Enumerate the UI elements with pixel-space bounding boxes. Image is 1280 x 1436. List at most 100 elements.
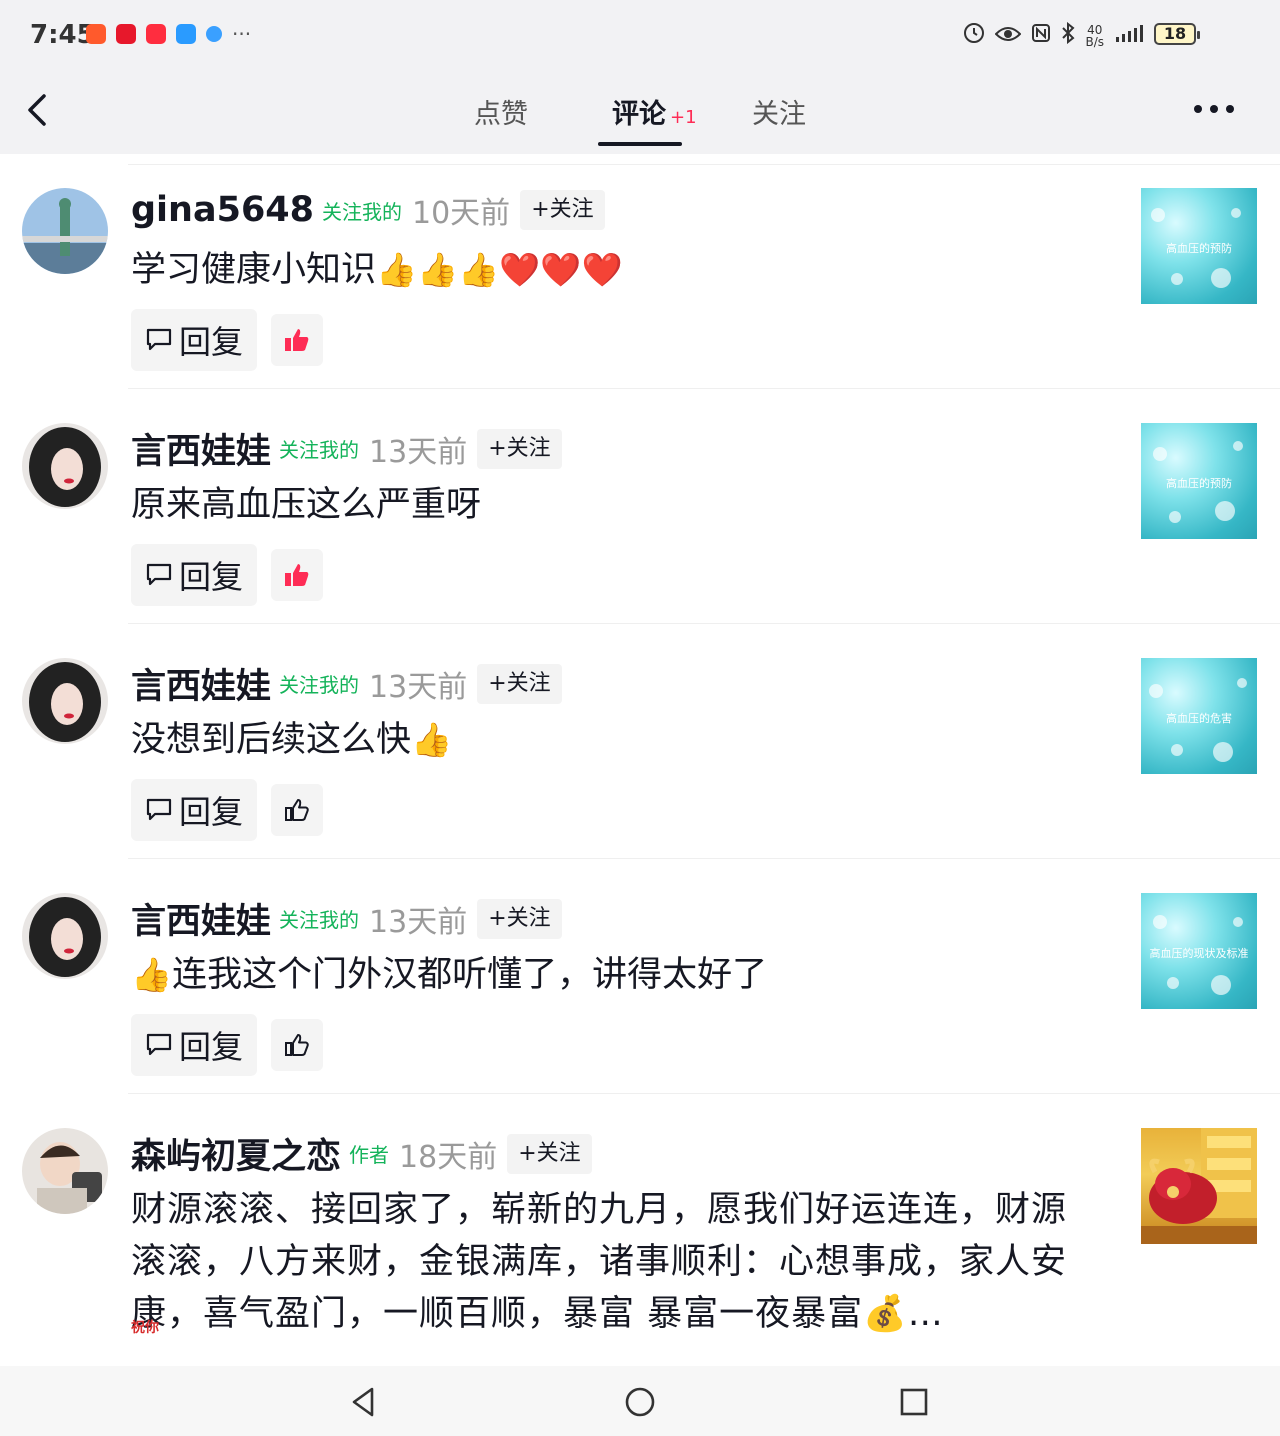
username[interactable]: 言西娃娃	[131, 423, 271, 474]
tab-comments-badge: +1	[670, 107, 697, 128]
nav-back-button[interactable]	[346, 1384, 382, 1420]
net-speed: 40 B/s	[1085, 22, 1104, 49]
comment-text: 👍连我这个门外汉都听懂了，讲得太好了	[131, 949, 767, 1001]
nav-recents-button[interactable]	[896, 1384, 932, 1420]
comment-time: 13天前	[369, 904, 468, 940]
comment-item[interactable]: 言西娃娃 关注我的 13天前 +关注 没想到后续这么快👍 回复 高血压的危害	[0, 624, 1280, 859]
comment-item[interactable]: 言西娃娃 关注我的 13天前 +关注 原来高血压这么严重呀 回复 高血压的预防	[0, 389, 1280, 624]
reply-label: 回复	[179, 558, 244, 596]
follow-button[interactable]: +关注	[477, 898, 562, 939]
avatar[interactable]	[22, 893, 108, 979]
video-thumbnail[interactable]: 高血压的危害	[1141, 658, 1257, 774]
comment-time: 10天前	[412, 196, 511, 231]
more-notifications-icon: ···	[232, 22, 252, 46]
comment-bubble-icon	[146, 563, 172, 586]
video-thumbnail[interactable]	[1141, 1128, 1257, 1244]
comment-text-body: 没想到后续这么快	[131, 720, 412, 760]
bluetooth-icon	[1061, 21, 1075, 49]
follow-button[interactable]: +关注	[520, 190, 605, 230]
golden-bull-image	[1141, 1128, 1257, 1244]
comment-header: gina5648 关注我的 10天前 +关注	[131, 188, 605, 232]
comment-item[interactable]: gina5648 关注我的 10天前 +关注 学习健康小知识👍👍👍❤️❤️❤️ …	[0, 154, 1280, 389]
more-dot-icon	[1194, 105, 1202, 113]
follow-button[interactable]: +关注	[477, 663, 562, 704]
tab-likes[interactable]: 点赞	[474, 92, 528, 131]
comment-bubble-icon	[146, 798, 172, 821]
comment-time: 18天前	[399, 1139, 498, 1175]
username[interactable]: gina5648	[131, 190, 314, 230]
avatar[interactable]	[22, 423, 108, 509]
username[interactable]: 言西娃娃	[131, 658, 271, 709]
follow-button[interactable]: +关注	[507, 1133, 592, 1174]
video-thumbnail[interactable]: 高血压的预防	[1141, 188, 1257, 304]
signal-icon	[1114, 24, 1144, 48]
comment-list: gina5648 关注我的 10天前 +关注 学习健康小知识👍👍👍❤️❤️❤️ …	[0, 154, 1280, 1366]
emoji-group: 👍	[411, 720, 453, 759]
username[interactable]: 森屿初夏之恋	[131, 1128, 341, 1179]
status-bar: 7:45 ··· 40B/s 4G 18	[0, 0, 1280, 70]
comment-text: 原来高血压这么严重呀	[131, 479, 481, 531]
tabs: 点赞 评论 +1 关注	[0, 70, 1280, 154]
video-thumbnail[interactable]: 高血压的现状及标准	[1141, 893, 1257, 1009]
more-options-button[interactable]	[1194, 94, 1244, 124]
follower-tag: 关注我的	[279, 673, 360, 697]
comment-bubble-icon	[146, 1033, 172, 1056]
emoji-group: 👍👍👍❤️❤️❤️	[376, 250, 623, 289]
thumbnail-title: 高血压的现状及标准	[1149, 947, 1249, 960]
more-dot-icon	[1226, 105, 1234, 113]
comment-item[interactable]: 森屿初夏之恋 作者 18天前 +关注 财源滚滚、接回家了，崭新的九月，愿我们好运…	[0, 1094, 1280, 1366]
triangle-back-icon	[352, 1387, 374, 1417]
eye-icon	[995, 24, 1022, 48]
reply-button[interactable]: 回复	[131, 779, 258, 841]
sticker-text: 祝你	[131, 1320, 159, 1336]
thumbs-up-filled-icon	[285, 564, 309, 586]
reply-label: 回复	[179, 323, 244, 361]
like-button[interactable]	[271, 784, 324, 836]
nfc-icon	[1031, 23, 1051, 48]
like-button[interactable]	[271, 549, 324, 601]
tab-comments[interactable]: 评论 +1	[612, 92, 697, 131]
reply-button[interactable]: 回复	[131, 309, 258, 371]
comment-header: 言西娃娃 关注我的 13天前 +关注	[131, 893, 562, 944]
username[interactable]: 言西娃娃	[131, 893, 271, 944]
thumbnail-title: 高血压的危害	[1166, 712, 1232, 725]
avatar[interactable]	[22, 188, 108, 274]
battery-indicator: 18	[1154, 23, 1200, 45]
author-tag: 作者	[349, 1143, 390, 1167]
reply-button[interactable]: 回复	[131, 544, 258, 606]
comment-text: 学习健康小知识👍👍👍❤️❤️❤️	[131, 244, 623, 296]
thumbs-up-filled-icon	[285, 329, 309, 351]
comment-item[interactable]: 言西娃娃 关注我的 13天前 +关注 👍连我这个门外汉都听懂了，讲得太好了 回复	[0, 859, 1280, 1094]
tmall-icon	[116, 24, 136, 44]
nav-home-button[interactable]	[622, 1384, 658, 1420]
system-icons: 40B/s 4G	[963, 21, 1184, 49]
comment-actions: 回复	[131, 544, 324, 606]
avatar[interactable]	[22, 658, 108, 744]
active-tab-indicator	[598, 142, 682, 146]
tab-follow[interactable]: 关注	[752, 92, 806, 131]
comment-header: 言西娃娃 关注我的 13天前 +关注	[131, 423, 562, 474]
tab-likes-label: 点赞	[474, 99, 528, 130]
app-notification-icon	[86, 24, 106, 44]
system-navigation-bar	[0, 1366, 1280, 1436]
comment-text-body: 学习健康小知识	[131, 250, 377, 290]
message-icon	[176, 24, 196, 44]
tab-comments-label: 评论	[612, 99, 666, 130]
reply-button[interactable]: 回复	[131, 1014, 258, 1076]
comment-text-body: 原来高血压这么严重呀	[131, 485, 482, 525]
emoji-group: 👍	[131, 955, 173, 994]
tab-follow-label: 关注	[752, 99, 806, 130]
follower-tag: 关注我的	[279, 908, 360, 932]
avatar[interactable]	[22, 1128, 108, 1214]
comment-header: 言西娃娃 关注我的 13天前 +关注	[131, 658, 562, 709]
thumbs-up-outline-icon	[285, 799, 309, 821]
video-thumbnail[interactable]: 高血压的预防	[1141, 423, 1257, 539]
like-button[interactable]	[271, 314, 324, 366]
thumbnail-title: 高血压的预防	[1166, 477, 1232, 490]
comment-text: 没想到后续这么快👍	[131, 714, 452, 766]
follow-button[interactable]: +关注	[477, 428, 562, 469]
reply-label: 回复	[179, 1028, 244, 1066]
thumbnail-title: 高血压的预防	[1166, 242, 1232, 255]
like-button[interactable]	[271, 1019, 324, 1071]
reply-label: 回复	[179, 793, 244, 831]
